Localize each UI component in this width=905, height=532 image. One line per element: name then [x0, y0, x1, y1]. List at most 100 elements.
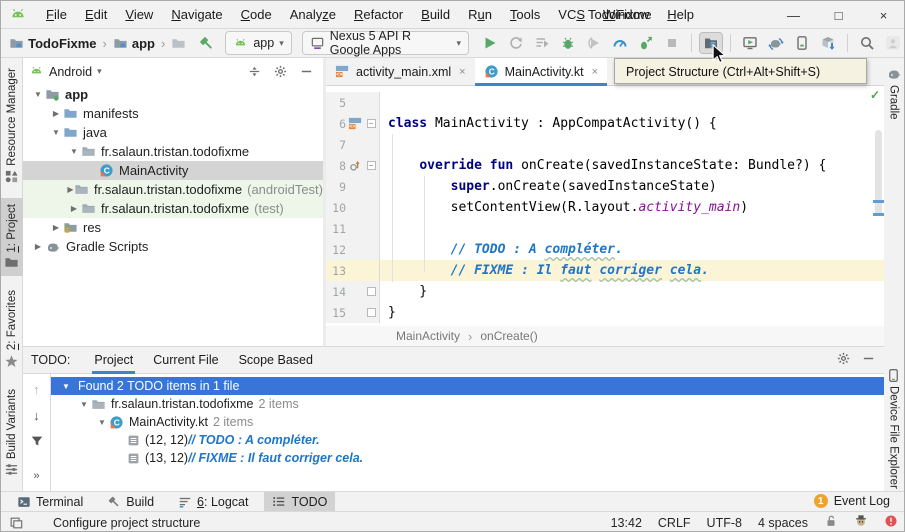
stripe-button-device-file-explorer[interactable]: Device File Explorer [883, 362, 905, 495]
tree-item-gradle-scripts[interactable]: ▶Gradle Scripts [23, 237, 323, 256]
menu-edit[interactable]: Edit [76, 7, 116, 22]
breadcrumb-module[interactable]: app [132, 36, 155, 51]
tool-window-button-6-logcat[interactable]: 6: Logcat [170, 492, 256, 512]
stripe-button-1-project[interactable]: 1: Project [1, 198, 23, 277]
tree-item-res[interactable]: ▶res [23, 218, 323, 237]
tool-window-button-build[interactable]: Build [99, 492, 162, 512]
menu-navigate[interactable]: Navigate [162, 7, 231, 22]
expand-arrow-icon[interactable]: ▶ [31, 242, 45, 251]
debug-button[interactable] [556, 32, 580, 54]
stripe-button-gradle[interactable]: Gradle [883, 60, 905, 126]
hide-button[interactable] [295, 64, 317, 79]
todo-tab-project[interactable]: Project [84, 347, 143, 374]
tree-item-12-12[interactable]: (12, 12) // TODO : A compléter. [51, 431, 884, 449]
tree-item-fr-salaun-tristan-todofixme[interactable]: ▼fr.salaun.tristan.todofixme [23, 142, 323, 161]
avd-manager-button[interactable] [738, 32, 762, 54]
todo-tab-scope-based[interactable]: Scope Based [229, 347, 323, 374]
menu-code[interactable]: Code [232, 7, 281, 22]
arrow-down-button[interactable]: ↓ [33, 408, 40, 423]
code-line-5[interactable]: 5 [326, 92, 884, 113]
indent-style[interactable]: 4 spaces [758, 516, 808, 530]
device-select[interactable]: Nexus 5 API R Google Apps ▾ [302, 31, 469, 55]
filter-button[interactable] [30, 434, 44, 451]
search-everywhere-button[interactable] [855, 32, 879, 54]
attach-debugger-button[interactable] [634, 32, 658, 54]
breadcrumb-method[interactable]: onCreate() [480, 329, 537, 343]
tree-item-java[interactable]: ▼java [23, 123, 323, 142]
line-separator[interactable]: CRLF [658, 516, 691, 530]
expand-arrow-icon[interactable]: ▶ [67, 204, 81, 213]
sdk-manager-button[interactable] [816, 32, 840, 54]
minimize-button[interactable]: — [771, 1, 816, 29]
close-icon[interactable]: × [459, 66, 465, 78]
tree-item-mainactivity[interactable]: CMainActivity [23, 161, 323, 180]
maximize-button[interactable]: □ [816, 1, 861, 29]
settings-button[interactable] [269, 64, 291, 79]
todo-stripe-mark[interactable] [873, 200, 884, 203]
caret-position[interactable]: 13:42 [611, 516, 642, 530]
code-line-14[interactable]: 14 } [326, 281, 884, 302]
close-button[interactable]: × [861, 1, 905, 29]
fold-marker[interactable]: − [367, 119, 376, 128]
code-editor[interactable]: 56<>−class MainActivity : AppCompatActiv… [326, 86, 884, 326]
apply-changes-button[interactable] [504, 32, 528, 54]
collapse-arrow-icon[interactable]: ▼ [95, 418, 109, 427]
tree-item-mainactivity-kt[interactable]: ▼CMainActivity.kt2 items [51, 413, 884, 431]
tree-item-app[interactable]: ▼app [23, 85, 323, 104]
collapse-arrow-icon[interactable]: ▼ [49, 128, 63, 137]
menu-build[interactable]: Build [412, 7, 459, 22]
collapse-arrow-icon[interactable]: ▼ [77, 400, 91, 409]
device-manager-button[interactable] [790, 32, 814, 54]
stripe-button-2-favorites[interactable]: 2: Favorites [1, 284, 23, 374]
close-icon[interactable]: × [592, 66, 598, 78]
code-line-9[interactable]: 9 super.onCreate(savedInstanceState) [326, 176, 884, 197]
tree-item-found-2-todo-items-in-1-file[interactable]: ▼Found 2 TODO items in 1 file [51, 377, 884, 395]
tool-window-button-terminal[interactable]: Terminal [9, 492, 91, 512]
menu-refactor[interactable]: Refactor [345, 7, 412, 22]
expand-arrow-icon[interactable]: ▶ [67, 185, 74, 194]
detective-button[interactable] [854, 514, 868, 531]
menu-tools[interactable]: Tools [501, 7, 549, 22]
breadcrumb-project[interactable]: TodoFixme [28, 36, 96, 51]
project-view-selector[interactable]: Android [49, 65, 92, 79]
editor-tab-mainactivity-kt[interactable]: CMainActivity.kt× [475, 58, 607, 85]
more-button[interactable]: » [33, 470, 39, 482]
code-line-10[interactable]: 10 setContentView(R.layout.activity_main… [326, 197, 884, 218]
stop-button[interactable] [660, 32, 684, 54]
code-line-11[interactable]: 11 [326, 218, 884, 239]
todo-tab-current-file[interactable]: Current File [143, 347, 228, 374]
hammer-icon[interactable] [198, 35, 215, 52]
collapse-arrow-icon[interactable]: ▼ [59, 382, 73, 391]
menu-run[interactable]: Run [459, 7, 501, 22]
profiler-button[interactable] [608, 32, 632, 54]
hide-button[interactable] [861, 351, 876, 369]
tree-item-fr-salaun-tristan-todofixme[interactable]: ▶fr.salaun.tristan.todofixme(test) [23, 199, 323, 218]
run-config-select[interactable]: app ▾ [225, 31, 291, 55]
fold-marker[interactable] [367, 308, 376, 317]
stripe-button-build-variants[interactable]: Build Variants [1, 383, 23, 483]
expand-arrow-icon[interactable]: ▶ [49, 223, 63, 232]
stripe-button-resource-manager[interactable]: Resource Manager [1, 62, 23, 190]
tree-item-fr-salaun-tristan-todofixme[interactable]: ▶fr.salaun.tristan.todofixme(androidTest… [23, 180, 323, 199]
run-button[interactable] [478, 32, 502, 54]
breadcrumb-class[interactable]: MainActivity [396, 329, 460, 343]
lock-button[interactable] [824, 514, 838, 531]
tree-item-manifests[interactable]: ▶manifests [23, 104, 323, 123]
gutter-override-icon[interactable] [346, 159, 364, 173]
fold-marker[interactable]: − [367, 161, 376, 170]
error-button[interactable] [884, 514, 898, 531]
collapse-all-button[interactable] [243, 64, 265, 79]
run-coverage-button[interactable] [582, 32, 606, 54]
gutter-layout-file-icon[interactable]: <> [346, 116, 364, 131]
code-line-12[interactable]: 12 // TODO : A compléter. [326, 239, 884, 260]
editor-tab-activity-main-xml[interactable]: <>activity_main.xml× [326, 58, 475, 85]
code-line-13[interactable]: 13 // FIXME : Il faut corriger cela. [326, 260, 884, 281]
collapse-arrow-icon[interactable]: ▼ [67, 147, 81, 156]
file-encoding[interactable]: UTF-8 [707, 516, 742, 530]
menu-view[interactable]: View [116, 7, 162, 22]
code-line-15[interactable]: 15} [326, 302, 884, 323]
menu-file[interactable]: File [37, 7, 76, 22]
tree-item-fr-salaun-tristan-todofixme[interactable]: ▼fr.salaun.tristan.todofixme2 items [51, 395, 884, 413]
arrow-up-button[interactable]: ↑ [33, 382, 40, 397]
inspections-ok-icon[interactable]: ✓ [870, 88, 880, 102]
